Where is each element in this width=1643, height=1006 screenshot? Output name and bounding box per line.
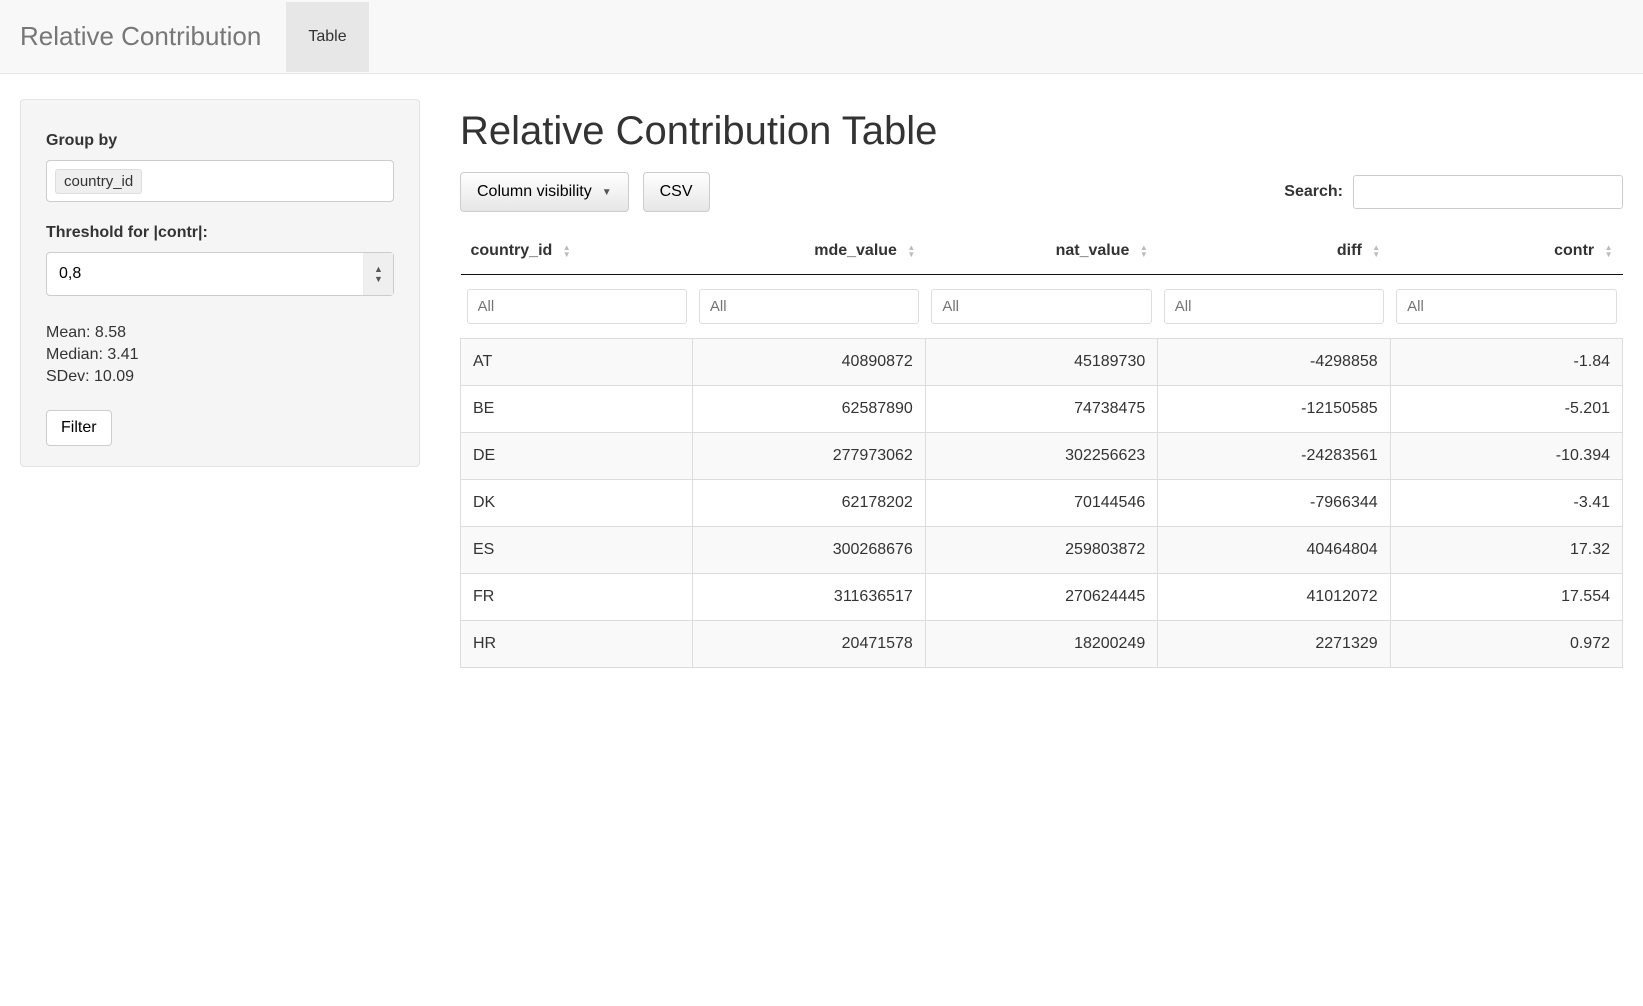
sort-icon: ▲▼ [907, 244, 915, 258]
cell-mde_value: 62178202 [693, 480, 925, 527]
page-title: Relative Contribution Table [460, 109, 1623, 154]
column-filter-country_id[interactable] [467, 289, 687, 324]
column-filter-nat_value[interactable] [931, 289, 1151, 324]
search-wrap: Search: [1284, 175, 1623, 209]
cell-nat_value: 259803872 [925, 527, 1157, 574]
group-by-select[interactable]: country_id [46, 160, 394, 202]
cell-diff: 2271329 [1158, 621, 1390, 668]
cell-country_id: BE [461, 386, 693, 433]
cell-nat_value: 74738475 [925, 386, 1157, 433]
stat-median-value: 3.41 [107, 346, 138, 363]
spinner-down-icon: ▼ [374, 274, 383, 284]
cell-country_id: FR [461, 574, 693, 621]
column-header-diff[interactable]: diff ▲▼ [1158, 230, 1390, 275]
cell-nat_value: 45189730 [925, 339, 1157, 386]
stat-median-label: Median: [46, 346, 103, 363]
column-filter-diff[interactable] [1164, 289, 1384, 324]
column-header-country_id[interactable]: country_id ▲▼ [461, 230, 693, 275]
stats-block: Mean: 8.58 Median: 3.41 SDev: 10.09 [46, 324, 394, 386]
main-panel: Relative Contribution Table Column visib… [420, 99, 1623, 668]
search-label: Search: [1284, 183, 1343, 201]
column-filter-contr[interactable] [1396, 289, 1616, 324]
sort-icon: ▲▼ [1605, 244, 1613, 258]
table-row[interactable]: DE277973062302256623-24283561-10.394 [461, 433, 1623, 480]
table-row[interactable]: AT4089087245189730-4298858-1.84 [461, 339, 1623, 386]
stat-sdev-label: SDev: [46, 368, 90, 385]
cell-diff: 41012072 [1158, 574, 1390, 621]
cell-diff: -7966344 [1158, 480, 1390, 527]
cell-mde_value: 62587890 [693, 386, 925, 433]
cell-country_id: HR [461, 621, 693, 668]
table-row[interactable]: FR3116365172706244454101207217.554 [461, 574, 1623, 621]
cell-country_id: ES [461, 527, 693, 574]
cell-nat_value: 270624445 [925, 574, 1157, 621]
stat-sdev: SDev: 10.09 [46, 368, 394, 386]
column-filter-row [461, 275, 1623, 339]
cell-mde_value: 20471578 [693, 621, 925, 668]
cell-diff: 40464804 [1158, 527, 1390, 574]
stat-sdev-value: 10.09 [94, 368, 134, 385]
column-visibility-button[interactable]: Column visibility ▼ [460, 172, 629, 212]
group-by-token[interactable]: country_id [55, 169, 142, 194]
cell-contr: -1.84 [1390, 339, 1622, 386]
column-header-contr[interactable]: contr ▲▼ [1390, 230, 1622, 275]
sort-icon: ▲▼ [563, 244, 571, 258]
data-table: country_id ▲▼mde_value ▲▼nat_value ▲▼dif… [460, 230, 1623, 668]
sort-icon: ▲▼ [1140, 244, 1148, 258]
cell-contr: 17.32 [1390, 527, 1622, 574]
sidebar-panel: Group by country_id Threshold for |contr… [20, 99, 420, 467]
table-row[interactable]: BE6258789074738475-12150585-5.201 [461, 386, 1623, 433]
cell-contr: 0.972 [1390, 621, 1622, 668]
cell-nat_value: 70144546 [925, 480, 1157, 527]
cell-country_id: DK [461, 480, 693, 527]
cell-contr: -10.394 [1390, 433, 1622, 480]
cell-country_id: AT [461, 339, 693, 386]
cell-nat_value: 302256623 [925, 433, 1157, 480]
column-visibility-label: Column visibility [477, 183, 592, 201]
stat-mean-label: Mean: [46, 324, 90, 341]
cell-diff: -12150585 [1158, 386, 1390, 433]
caret-down-icon: ▼ [602, 187, 612, 198]
threshold-label: Threshold for |contr|: [46, 224, 394, 242]
cell-contr: -5.201 [1390, 386, 1622, 433]
spinner-up-icon: ▲ [374, 264, 383, 274]
column-filter-mde_value[interactable] [699, 289, 919, 324]
cell-contr: -3.41 [1390, 480, 1622, 527]
column-header-mde_value[interactable]: mde_value ▲▼ [693, 230, 925, 275]
table-row[interactable]: DK6217820270144546-7966344-3.41 [461, 480, 1623, 527]
column-header-nat_value[interactable]: nat_value ▲▼ [925, 230, 1157, 275]
app-title: Relative Contribution [20, 6, 276, 67]
table-header-row: country_id ▲▼mde_value ▲▼nat_value ▲▼dif… [461, 230, 1623, 275]
group-by-label: Group by [46, 132, 394, 150]
stat-mean: Mean: 8.58 [46, 324, 394, 342]
table-row[interactable]: ES3002686762598038724046480417.32 [461, 527, 1623, 574]
cell-mde_value: 277973062 [693, 433, 925, 480]
search-input[interactable] [1353, 175, 1623, 209]
threshold-spinner[interactable]: ▲ ▼ [363, 253, 393, 295]
cell-mde_value: 311636517 [693, 574, 925, 621]
cell-mde_value: 300268676 [693, 527, 925, 574]
cell-mde_value: 40890872 [693, 339, 925, 386]
stat-mean-value: 8.58 [95, 324, 126, 341]
csv-export-button[interactable]: CSV [643, 172, 710, 212]
stat-median: Median: 3.41 [46, 346, 394, 364]
cell-diff: -24283561 [1158, 433, 1390, 480]
table-toolbar: Column visibility ▼ CSV Search: [460, 172, 1623, 212]
cell-contr: 17.554 [1390, 574, 1622, 621]
sort-icon: ▲▼ [1372, 244, 1380, 258]
threshold-input[interactable] [47, 257, 363, 291]
table-row[interactable]: HR204715781820024922713290.972 [461, 621, 1623, 668]
navbar: Relative Contribution Table [0, 0, 1643, 74]
tab-table[interactable]: Table [286, 2, 368, 72]
filter-button[interactable]: Filter [46, 410, 112, 446]
threshold-input-wrap: ▲ ▼ [46, 252, 394, 296]
cell-diff: -4298858 [1158, 339, 1390, 386]
cell-nat_value: 18200249 [925, 621, 1157, 668]
cell-country_id: DE [461, 433, 693, 480]
